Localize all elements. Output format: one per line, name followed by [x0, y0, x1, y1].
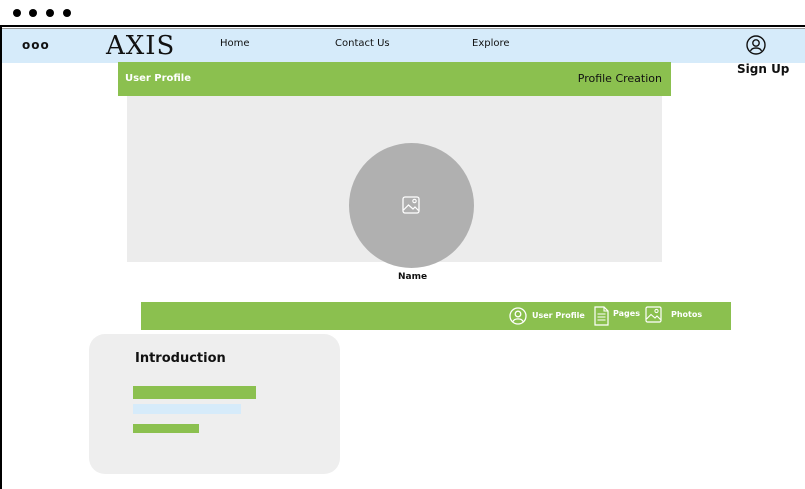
window-dot: [29, 9, 37, 17]
user-circle-icon: [509, 307, 527, 325]
tab-user-profile-label: User Profile: [532, 311, 585, 320]
intro-placeholder-line: [133, 424, 199, 433]
introduction-title: Introduction: [135, 351, 226, 366]
nav-link-contact-us[interactable]: Contact Us: [335, 38, 390, 49]
introduction-card: Introduction: [89, 334, 340, 474]
tab-pages-label: Pages: [613, 309, 640, 318]
image-icon: [645, 306, 662, 323]
tab-pages[interactable]: Pages: [594, 302, 644, 330]
user-circle-icon[interactable]: [746, 35, 766, 55]
intro-placeholder-line: [133, 386, 256, 399]
profile-avatar[interactable]: [349, 143, 474, 268]
profile-creation-link[interactable]: Profile Creation: [578, 72, 662, 85]
profile-name-label: Name: [398, 272, 428, 282]
window-title-bar: [0, 0, 805, 27]
menu-icon[interactable]: ooo: [22, 39, 50, 51]
window-dot: [13, 9, 21, 17]
image-icon: [402, 196, 420, 214]
window-frame-left: [0, 0, 2, 489]
tab-photos-label: Photos: [671, 310, 703, 319]
tab-user-profile[interactable]: User Profile: [509, 302, 589, 330]
profile-tabs-bar: User Profile Pages Photos: [141, 302, 731, 330]
logo[interactable]: AXIS: [106, 31, 175, 61]
document-icon: [594, 306, 609, 326]
tab-photos[interactable]: Photos: [645, 302, 709, 330]
window-dot: [46, 9, 54, 17]
top-navbar: ooo AXIS Home Contact Us Explore: [2, 28, 805, 63]
nav-link-home[interactable]: Home: [220, 38, 250, 49]
window-dot: [63, 9, 71, 17]
nav-link-explore[interactable]: Explore: [472, 38, 510, 49]
profile-header-title: User Profile: [125, 73, 192, 84]
profile-header: User Profile Profile Creation: [118, 62, 671, 96]
intro-placeholder-line: [133, 404, 241, 414]
sign-up-link[interactable]: Sign Up: [737, 62, 789, 76]
